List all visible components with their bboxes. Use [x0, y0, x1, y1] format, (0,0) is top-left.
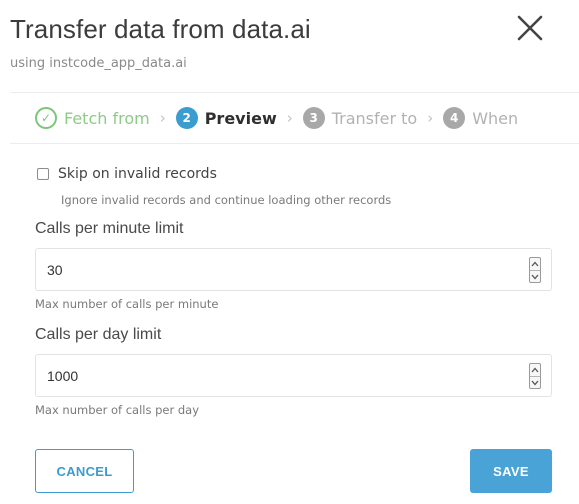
step-label: When: [472, 108, 519, 128]
calls-per-minute-help: Max number of calls per minute: [35, 297, 219, 311]
chevron-up-icon[interactable]: [530, 364, 540, 376]
close-icon: [517, 15, 543, 41]
step-fetch-from[interactable]: ✓ Fetch from: [35, 107, 150, 129]
chevron-right-icon: ›: [159, 109, 166, 127]
dialog-title: Transfer data from data.ai: [10, 14, 311, 44]
skip-invalid-row: Skip on invalid records: [37, 166, 217, 182]
skip-invalid-checkbox[interactable]: [37, 168, 49, 180]
steps-divider: [10, 143, 579, 144]
chevron-down-icon[interactable]: [530, 376, 540, 388]
step-label: Preview: [204, 108, 277, 128]
step-label: Transfer to: [331, 108, 418, 128]
transfer-dialog: Transfer data from data.ai using instcod…: [0, 0, 579, 504]
save-button[interactable]: SAVE: [470, 449, 552, 493]
skip-invalid-help: Ignore invalid records and continue load…: [61, 193, 392, 207]
step-number: 2: [175, 107, 198, 129]
cancel-button[interactable]: CANCEL: [35, 449, 134, 493]
calls-per-day-label: Calls per day limit: [35, 326, 162, 343]
wizard-steps: ✓ Fetch from › 2 Preview › 3 Transfer to…: [35, 106, 518, 130]
step-number: 4: [443, 107, 466, 129]
step-label: Fetch from: [64, 108, 150, 128]
step-number: 3: [302, 107, 325, 129]
calls-per-minute-value: 30: [47, 262, 63, 278]
dialog-subtitle: using instcode_app_data.ai: [10, 56, 187, 71]
chevron-down-icon[interactable]: [530, 270, 540, 282]
close-button[interactable]: [514, 12, 546, 44]
skip-invalid-label[interactable]: Skip on invalid records: [58, 166, 217, 182]
header-divider: [10, 92, 579, 93]
calls-per-day-value: 1000: [47, 368, 79, 384]
calls-per-minute-input[interactable]: 30: [35, 248, 552, 291]
chevron-right-icon: ›: [286, 109, 293, 127]
calls-per-minute-stepper[interactable]: [529, 257, 541, 283]
chevron-right-icon: ›: [427, 109, 434, 127]
chevron-up-icon[interactable]: [530, 258, 540, 270]
check-icon: ✓: [35, 107, 57, 129]
calls-per-day-stepper[interactable]: [529, 363, 541, 389]
calls-per-day-help: Max number of calls per day: [35, 403, 200, 417]
calls-per-minute-label: Calls per minute limit: [35, 220, 184, 237]
step-preview[interactable]: 2 Preview: [175, 107, 277, 129]
step-transfer-to[interactable]: 3 Transfer to: [302, 107, 418, 129]
calls-per-day-input[interactable]: 1000: [35, 354, 552, 397]
step-when[interactable]: 4 When: [443, 107, 518, 129]
